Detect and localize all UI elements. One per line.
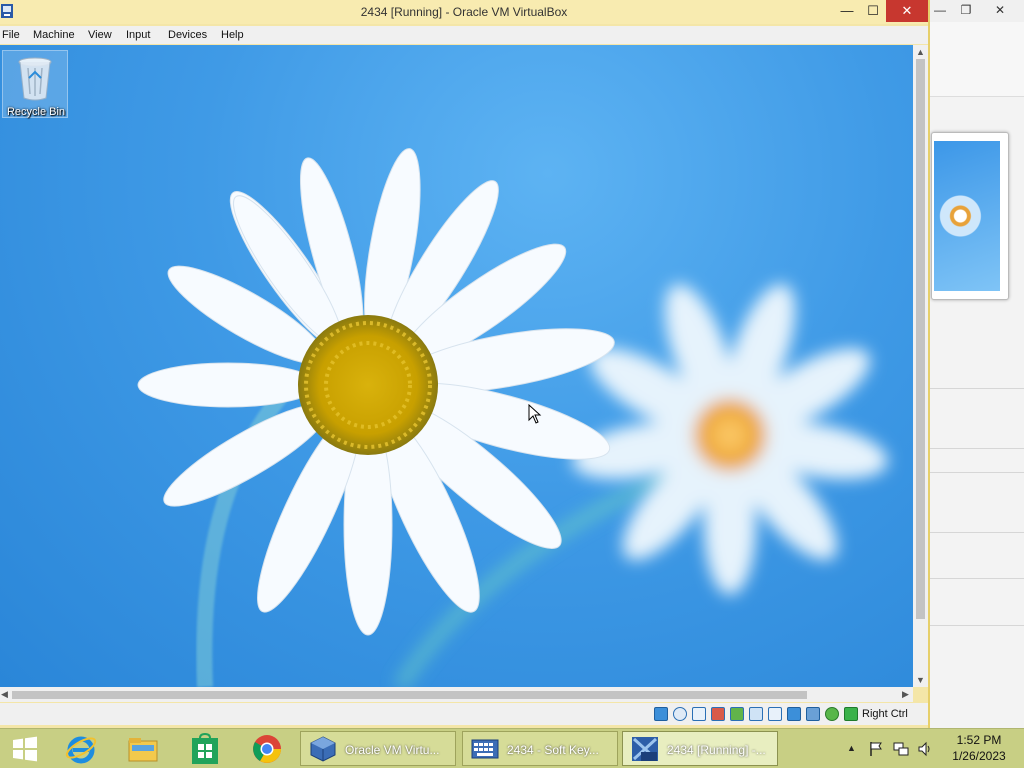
optical-drive-icon[interactable]	[673, 707, 687, 721]
keyboard-capture-icon[interactable]	[844, 707, 858, 721]
action-center-flag-icon[interactable]	[868, 741, 884, 757]
host-divider	[926, 472, 1024, 473]
file-explorer-icon[interactable]	[126, 732, 160, 766]
recycle-bin-icon	[18, 57, 52, 101]
show-hidden-icons-chevron-icon[interactable]: ▲	[847, 743, 856, 753]
maximize-button[interactable]: ☐	[860, 0, 886, 22]
host-divider	[926, 578, 1024, 579]
menu-bar: File Machine View Input Devices Help	[0, 26, 928, 44]
host-title-bar: — ❐ ✕	[926, 0, 1024, 22]
taskbar-task-label: 2434 - Soft Key...	[507, 743, 599, 757]
recycle-bin-label: Recycle Bin	[6, 106, 66, 118]
hard-disk-icon[interactable]	[654, 707, 668, 721]
recycle-bin-desktop-icon[interactable]: Recycle Bin	[2, 50, 68, 118]
scroll-right-arrow-icon[interactable]: ▶	[902, 689, 909, 700]
guest-desktop[interactable]: Recycle Bin	[0, 45, 913, 687]
host-minimize-button[interactable]: —	[926, 0, 954, 20]
scroll-up-arrow-icon[interactable]: ▲	[916, 47, 925, 57]
taskbar-task-virtualbox-manager[interactable]: Oracle VM Virtu...	[300, 731, 456, 766]
host-close-button[interactable]: ✕	[986, 0, 1014, 20]
virtualization-icon[interactable]	[806, 707, 820, 721]
vm-window: 2434 [Running] - Oracle VM VirtualBox — …	[0, 0, 930, 728]
taskbar-clock[interactable]: 1:52 PM 1/26/2023	[942, 732, 1016, 764]
scroll-left-arrow-icon[interactable]: ◀	[1, 689, 8, 700]
chrome-icon[interactable]	[250, 732, 284, 766]
host-manager-window: — ❐ ✕	[925, 0, 1024, 728]
clock-date: 1/26/2023	[952, 749, 1006, 763]
vertical-scrollbar[interactable]: ▲ ▼	[913, 45, 928, 687]
vm-window-title: 2434 [Running] - Oracle VM VirtualBox	[360, 5, 568, 19]
vm-status-bar: Right Ctrl	[0, 703, 928, 725]
taskbar-task-label: Oracle VM Virtu...	[345, 743, 440, 757]
virtualbox-cube-icon	[310, 736, 336, 762]
vm-preview-panel	[931, 132, 1009, 300]
scroll-down-arrow-icon[interactable]: ▼	[916, 675, 925, 685]
windows-start-icon[interactable]	[8, 732, 42, 766]
host-divider	[926, 448, 1024, 449]
mouse-cursor-icon	[528, 404, 542, 424]
windows-store-icon[interactable]	[188, 732, 222, 766]
taskbar: Oracle VM Virtu... 2434 - Soft Key... 24…	[0, 728, 1024, 768]
minimize-button[interactable]: —	[834, 0, 860, 22]
vm-preview-thumbnail	[934, 141, 1000, 291]
clock-time: 1:52 PM	[956, 733, 1002, 747]
taskbar-task-label: 2434 [Running] -...	[667, 743, 766, 757]
shared-folders-icon[interactable]	[749, 707, 763, 721]
host-divider	[926, 388, 1024, 389]
host-divider	[926, 625, 1024, 626]
mouse-integration-icon[interactable]	[825, 707, 839, 721]
close-button[interactable]: ✕	[886, 0, 928, 22]
menu-input[interactable]: Input	[126, 29, 150, 41]
usb-icon[interactable]	[730, 707, 744, 721]
menu-machine[interactable]: Machine	[33, 29, 75, 41]
vertical-scroll-thumb[interactable]	[916, 59, 925, 619]
taskbar-task-vm-running[interactable]: 2434 [Running] -...	[622, 731, 778, 766]
vm-windows81-icon	[632, 737, 658, 761]
taskbar-task-soft-keyboard[interactable]: 2434 - Soft Key...	[462, 731, 618, 766]
menu-view[interactable]: View	[88, 29, 112, 41]
host-key-label: Right Ctrl	[862, 708, 908, 720]
host-divider	[926, 532, 1024, 533]
video-capture-icon[interactable]	[787, 707, 801, 721]
vm-title-bar[interactable]: 2434 [Running] - Oracle VM VirtualBox — …	[0, 0, 928, 24]
menu-help[interactable]: Help	[221, 29, 244, 41]
display-icon[interactable]	[768, 707, 782, 721]
daisy-wallpaper	[137, 148, 888, 687]
horizontal-scroll-thumb[interactable]	[12, 691, 807, 699]
keyboard-icon	[471, 739, 499, 759]
menu-file[interactable]: File	[2, 29, 20, 41]
horizontal-scrollbar[interactable]: ◀ ▶	[0, 687, 913, 702]
volume-tray-icon[interactable]	[917, 741, 933, 757]
network-icon[interactable]	[711, 707, 725, 721]
audio-icon[interactable]	[692, 707, 706, 721]
host-toolbar	[926, 22, 1024, 97]
menu-devices[interactable]: Devices	[168, 29, 207, 41]
network-tray-icon[interactable]	[893, 741, 909, 757]
internet-explorer-icon[interactable]	[64, 732, 98, 766]
host-restore-button[interactable]: ❐	[952, 0, 980, 20]
